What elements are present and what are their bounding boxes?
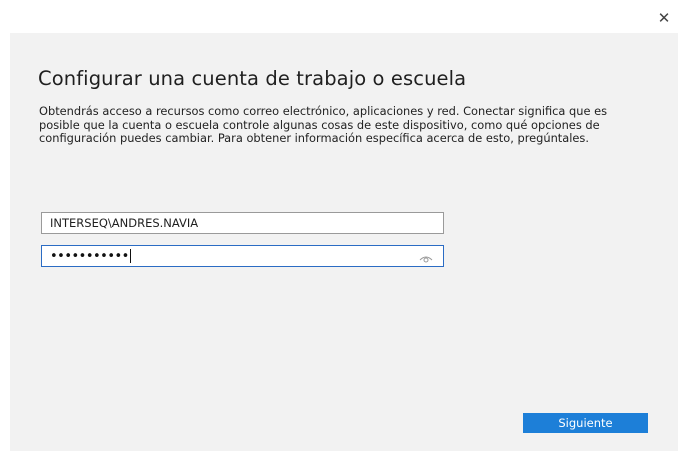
dialog-title: Configurar una cuenta de trabajo o escue… [38,67,467,90]
username-field[interactable]: INTERSEQ\ANDRES.NAVIA [41,212,444,234]
title-bar: ✕ [0,0,690,30]
username-value: INTERSEQ\ANDRES.NAVIA [50,216,199,230]
password-masked-value: ••••••••••• [50,248,129,264]
dialog-panel: Configurar una cuenta de trabajo o escue… [10,33,678,451]
eye-icon[interactable] [419,250,433,263]
dialog-window: ✕ Configurar una cuenta de trabajo o esc… [0,0,690,463]
next-button[interactable]: Siguiente [523,413,648,433]
dialog-description: Obtendrás acceso a recursos como correo … [39,104,608,146]
close-icon[interactable]: ✕ [656,10,672,26]
text-caret [129,249,131,263]
password-field[interactable]: ••••••••••• [41,245,444,267]
